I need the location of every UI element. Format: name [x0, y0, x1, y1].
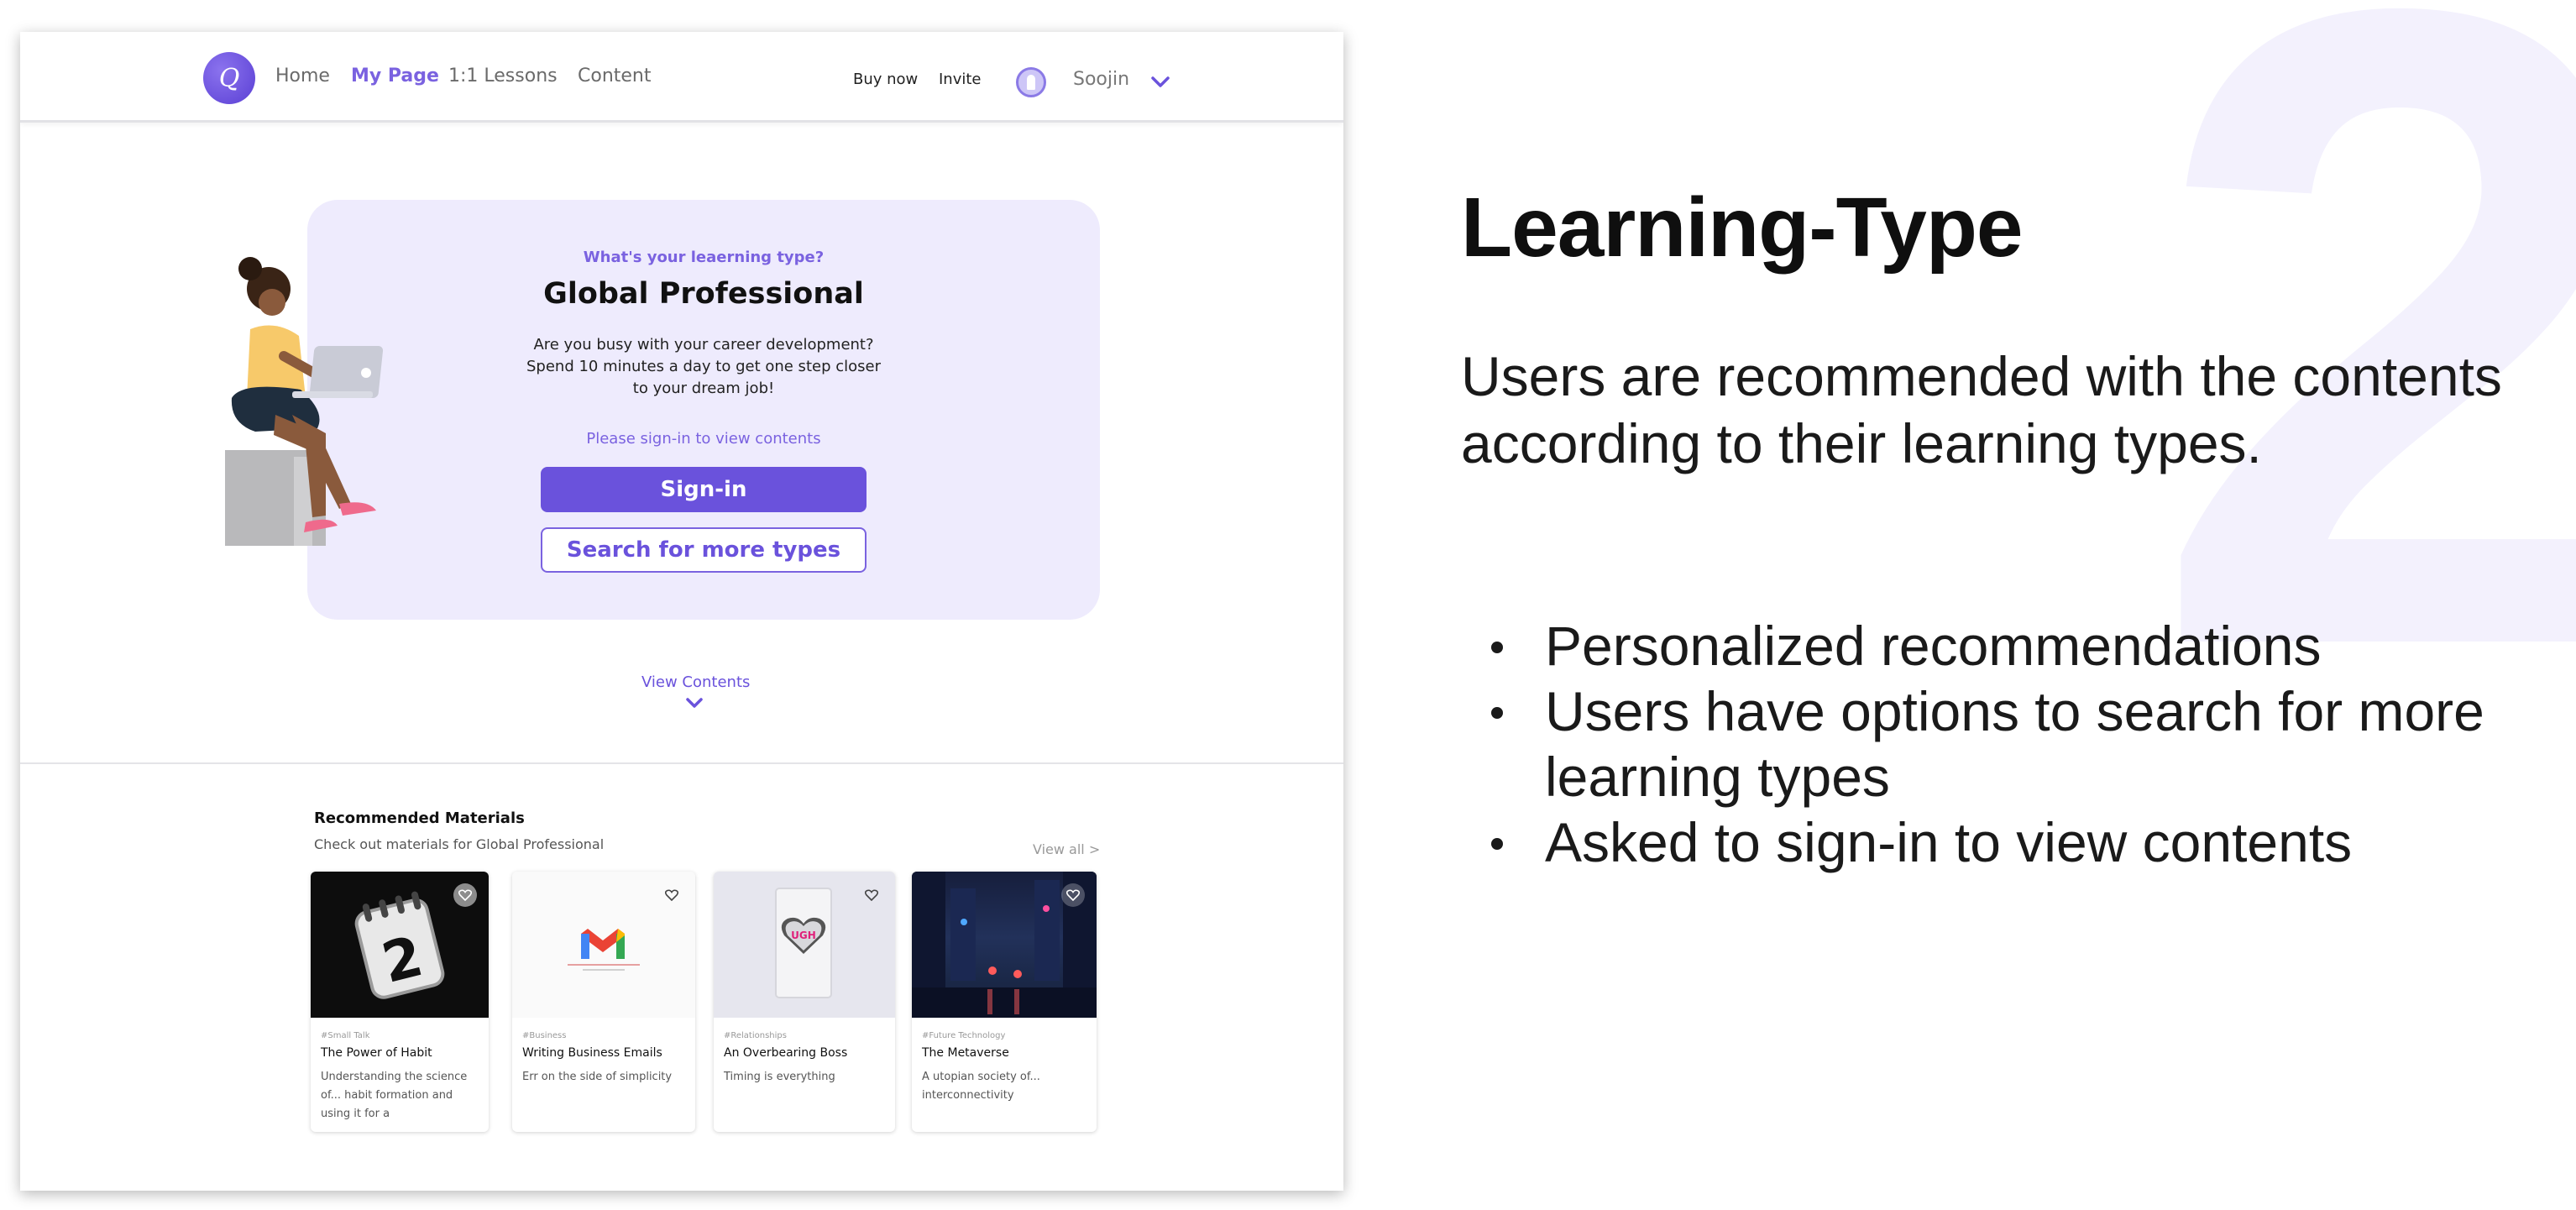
material-card[interactable]: UGH #Relationships An Overbearing Boss T…	[714, 872, 895, 1132]
learning-type-name: Global Professional	[543, 277, 864, 311]
slide-title: Learning-Type	[1461, 181, 2024, 275]
slide-lead: Users are recommended with the contents …	[1461, 345, 2502, 474]
avatar[interactable]	[1016, 67, 1046, 97]
invite-link[interactable]: Invite	[939, 71, 982, 88]
search-more-types-button[interactable]: Search for more types	[541, 527, 867, 573]
material-card[interactable]: #Future Technology The Metaverse A utopi…	[912, 872, 1097, 1132]
card-description: Err on the side of simplicity	[522, 1071, 673, 1083]
recommended-subtitle: Check out materials for Global Professio…	[314, 836, 605, 852]
card-tag: #Future Technology	[922, 1031, 1006, 1040]
heart-icon[interactable]	[660, 883, 683, 907]
top-nav: Q Home My Page 1:1 Lessons Content Buy n…	[20, 32, 1343, 123]
card-title: An Overbearing Boss	[724, 1046, 848, 1060]
signin-button[interactable]: Sign-in	[541, 467, 867, 512]
card-description: A utopian society of... interconnectivit…	[922, 1071, 1040, 1102]
card-title: The Metaverse	[922, 1046, 1009, 1060]
card-title: Writing Business Emails	[522, 1046, 662, 1060]
material-card[interactable]: #Business Writing Business Emails Err on…	[512, 872, 695, 1132]
nav-home[interactable]: Home	[275, 65, 330, 86]
heart-icon[interactable]	[453, 883, 477, 907]
bullet-item: Asked to sign-in to view contents	[1491, 809, 2502, 875]
material-card[interactable]: 2 #Small Talk The Power of Habit Underst…	[311, 872, 489, 1132]
user-name[interactable]: Soojin	[1073, 69, 1129, 90]
card-tag: #Small Talk	[321, 1031, 370, 1040]
section-divider	[20, 762, 1343, 764]
nav-my-page[interactable]: My Page	[351, 65, 439, 86]
recommended-title: Recommended Materials	[314, 809, 525, 827]
nav-content[interactable]: Content	[578, 65, 652, 86]
nav-lessons[interactable]: 1:1 Lessons	[448, 65, 558, 86]
description-line: Are you busy with your career developmen…	[533, 336, 874, 354]
card-tag: #Business	[522, 1031, 567, 1040]
learning-type-question: What's your leaerning type?	[583, 249, 825, 266]
card-description: Timing is everything	[724, 1071, 835, 1083]
signin-note: Please sign-in to view contents	[586, 430, 821, 448]
bullet-item: Users have options to search for more le…	[1491, 678, 2502, 809]
app-screenshot: Q Home My Page 1:1 Lessons Content Buy n…	[20, 32, 1343, 1191]
svg-text:UGH: UGH	[791, 930, 816, 941]
logo[interactable]: Q	[203, 52, 255, 104]
view-all-link[interactable]: View all >	[1033, 841, 1100, 857]
description-line: to your dream job!	[632, 380, 775, 397]
view-contents-label: View Contents	[641, 673, 751, 691]
learning-type-description: Are you busy with your career developmen…	[307, 334, 1100, 400]
card-title: The Power of Habit	[321, 1046, 432, 1060]
description-line: Spend 10 minutes a day to get one step c…	[526, 358, 881, 375]
buy-now-link[interactable]: Buy now	[853, 71, 918, 88]
card-description: Understanding the science of... habit fo…	[321, 1071, 468, 1120]
learning-type-card: What's your leaerning type? Global Profe…	[307, 200, 1100, 620]
chevron-down-icon	[686, 698, 703, 708]
chevron-down-icon[interactable]	[1150, 76, 1170, 89]
heart-icon[interactable]	[860, 883, 883, 907]
bullet-item: Personalized recommendations	[1491, 613, 2502, 678]
bullet-list: Personalized recommendations Users have …	[1491, 613, 2502, 875]
heart-icon[interactable]	[1061, 883, 1085, 907]
card-tag: #Relationships	[724, 1031, 787, 1040]
view-contents-link[interactable]: View Contents	[641, 673, 751, 708]
woman-laptop-illustration	[225, 257, 384, 546]
